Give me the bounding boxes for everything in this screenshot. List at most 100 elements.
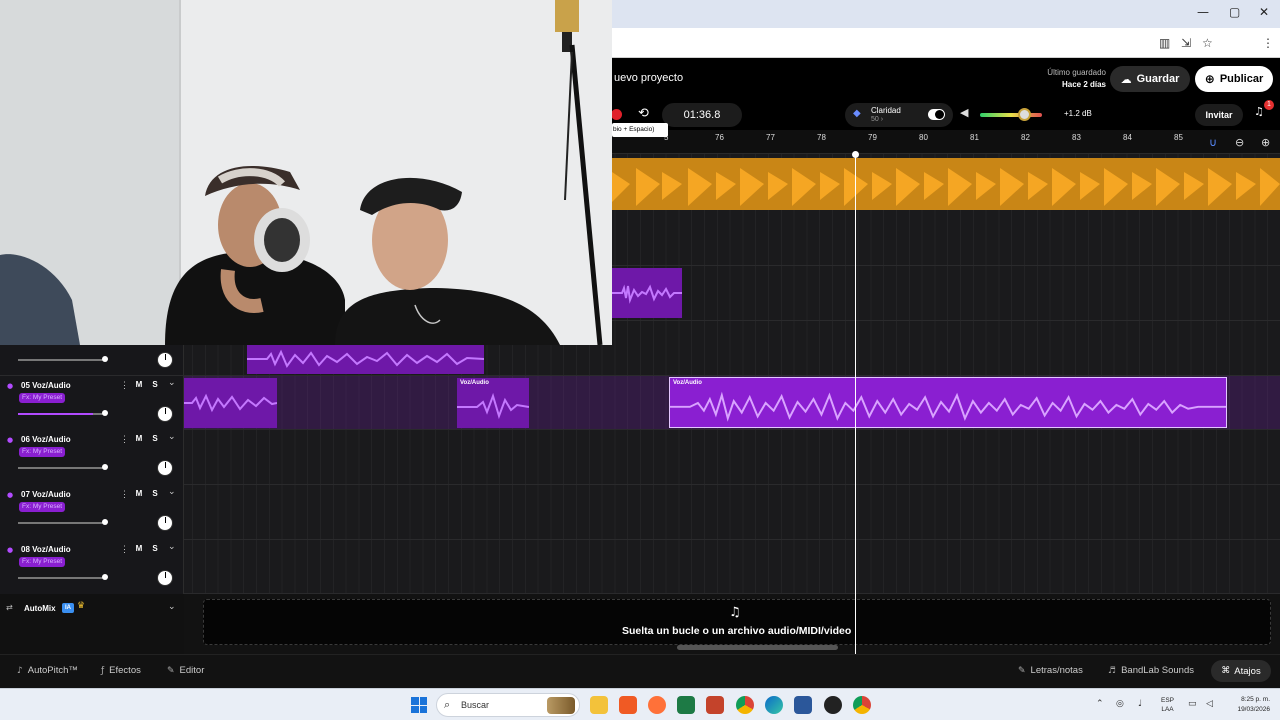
taskbar-clock[interactable]: 8:25 p. m. 19/03/2026 xyxy=(1224,695,1270,715)
clarity-toggle[interactable] xyxy=(928,109,945,120)
timeline-ruler[interactable]: 5 76 77 78 79 80 81 82 83 84 85 xyxy=(612,130,1280,154)
track-header-08[interactable]: ● 08 Voz/Audio Fx: My Preset ⋮ M S ⌄ xyxy=(0,540,184,594)
firefox-icon[interactable] xyxy=(648,696,666,714)
mute-button[interactable]: M xyxy=(132,433,146,445)
more-options-icon[interactable]: ⋮ xyxy=(120,380,129,391)
editor-button[interactable]: ✎ Editor xyxy=(167,665,204,676)
fx-preset-badge[interactable]: Fx: My Preset xyxy=(19,447,66,457)
master-volume-slider[interactable] xyxy=(980,113,1042,117)
chrome-icon[interactable] xyxy=(853,696,871,714)
volume-icon[interactable]: ◁ xyxy=(1206,699,1213,709)
fx-preset-badge[interactable]: Fx: My Preset xyxy=(19,502,66,512)
fx-preset-badge[interactable]: Fx: My Preset xyxy=(19,557,66,567)
mute-button[interactable]: M xyxy=(132,379,146,391)
autopitch-button[interactable]: ♪ AutoPitch™ xyxy=(17,665,78,676)
microphone-icon[interactable]: ♩ xyxy=(1138,699,1142,709)
zoom-out-icon[interactable]: ⊖ xyxy=(1235,136,1244,149)
save-button[interactable]: ☁ Guardar xyxy=(1110,66,1190,92)
browser-menu-icon[interactable]: ⋮ xyxy=(1262,36,1274,50)
track-header-05[interactable]: ● 05 Voz/Audio Fx: My Preset ⋮ M S ⌄ xyxy=(0,376,184,430)
word-icon[interactable] xyxy=(794,696,812,714)
pan-knob[interactable] xyxy=(157,460,173,476)
audio-region-purple[interactable]: Voz/Audio xyxy=(457,378,529,428)
playhead-handle[interactable] xyxy=(852,151,859,158)
volume-fader[interactable] xyxy=(18,413,106,415)
audio-region-orange[interactable] xyxy=(612,158,1280,210)
reading-mode-icon[interactable]: ▥ xyxy=(1159,36,1170,50)
monitor-icon[interactable]: ▭ xyxy=(1188,699,1197,709)
solo-button[interactable]: S xyxy=(148,379,162,391)
chevron-up-icon[interactable]: ⌃ xyxy=(1096,699,1104,709)
file-explorer-icon[interactable] xyxy=(590,696,608,714)
more-options-icon[interactable]: ⋮ xyxy=(120,544,129,555)
horizontal-scrollbar[interactable] xyxy=(677,645,838,650)
speaker-icon[interactable]: ◀ xyxy=(960,106,968,119)
install-app-icon[interactable]: ⇲ xyxy=(1181,36,1191,50)
loop-icon[interactable]: ⟲ xyxy=(638,106,649,121)
chevron-down-icon[interactable]: ⌄ xyxy=(168,542,176,552)
more-options-icon[interactable]: ⋮ xyxy=(120,434,129,445)
chevron-down-icon[interactable]: ⌄ xyxy=(168,378,176,388)
pan-knob[interactable] xyxy=(157,570,173,586)
snap-magnet-icon[interactable]: ∪ xyxy=(1209,136,1217,149)
solo-button[interactable]: S xyxy=(148,543,162,555)
track-name[interactable]: 08 Voz/Audio xyxy=(21,545,71,554)
track-header-06[interactable]: ● 06 Voz/Audio Fx: My Preset ⋮ M S ⌄ xyxy=(0,430,184,485)
windows-start-icon[interactable] xyxy=(411,697,427,713)
playhead[interactable] xyxy=(855,154,856,654)
volume-fader[interactable] xyxy=(18,467,106,469)
record-button[interactable] xyxy=(611,109,622,120)
shortcuts-button[interactable]: ⌘ Atajos xyxy=(1211,660,1271,682)
taskbar-search[interactable]: ⌕ Buscar xyxy=(436,693,580,717)
project-title[interactable]: uevo proyecto xyxy=(614,72,683,84)
track-name[interactable]: 05 Voz/Audio xyxy=(21,381,71,390)
minimize-button[interactable]: — xyxy=(1197,5,1209,19)
audio-region-purple[interactable] xyxy=(184,378,277,428)
volume-fader-knob[interactable] xyxy=(102,574,108,580)
chevron-down-icon[interactable]: ⌄ xyxy=(168,432,176,442)
track-name[interactable]: 07 Voz/Audio xyxy=(21,490,71,499)
bookmark-star-icon[interactable]: ☆ xyxy=(1202,36,1213,50)
maximize-button[interactable]: ▢ xyxy=(1229,5,1240,19)
powerpoint-icon[interactable] xyxy=(706,696,724,714)
app-icon[interactable] xyxy=(824,696,842,714)
audio-region-purple[interactable] xyxy=(612,268,682,318)
pan-knob[interactable] xyxy=(157,515,173,531)
chevron-down-icon[interactable]: ⌄ xyxy=(168,602,176,612)
volume-fader-knob[interactable] xyxy=(102,464,108,470)
track-header-07[interactable]: ● 07 Voz/Audio Fx: My Preset ⋮ M S ⌄ xyxy=(0,485,184,540)
brave-browser-icon[interactable] xyxy=(619,696,637,714)
language-indicator[interactable]: ESP LAA xyxy=(1161,696,1174,714)
effects-button[interactable]: ƒ Efectos xyxy=(101,665,141,676)
audio-region-purple[interactable] xyxy=(247,345,484,374)
pan-knob[interactable] xyxy=(157,406,173,422)
invite-button[interactable]: Invitar xyxy=(1195,104,1243,126)
zoom-in-icon[interactable]: ⊕ xyxy=(1261,136,1270,149)
solo-button[interactable]: S xyxy=(148,488,162,500)
more-options-icon[interactable]: ⋮ xyxy=(120,489,129,500)
master-volume-knob[interactable] xyxy=(1018,108,1031,121)
lyrics-button[interactable]: ✎ Letras/notas xyxy=(1018,665,1083,676)
pan-knob[interactable] xyxy=(157,352,173,368)
track-name[interactable]: 06 Voz/Audio xyxy=(21,435,71,444)
automix-row[interactable]: ⇄ AutoMix IA ♛ ⌄ xyxy=(0,594,184,624)
excel-icon[interactable] xyxy=(677,696,695,714)
clarity-control[interactable]: ◆ Claridad 50 › xyxy=(845,103,953,127)
volume-fader-knob[interactable] xyxy=(102,519,108,525)
solo-button[interactable]: S xyxy=(148,433,162,445)
bell-icon[interactable]: ♫ xyxy=(1254,105,1264,118)
audio-region-selected[interactable]: Voz/Audio xyxy=(669,377,1227,428)
volume-fader-knob[interactable] xyxy=(102,410,108,416)
volume-fader[interactable] xyxy=(18,359,106,361)
mute-button[interactable]: M xyxy=(132,543,146,555)
publish-button[interactable]: ⊕ Publicar xyxy=(1195,66,1273,92)
chevron-down-icon[interactable]: ⌄ xyxy=(168,487,176,497)
fx-preset-badge[interactable]: Fx: My Preset xyxy=(19,393,66,403)
edge-icon[interactable] xyxy=(765,696,783,714)
network-status-icon[interactable]: ◎ xyxy=(1116,699,1124,709)
bandlab-sounds-button[interactable]: ♬ BandLab Sounds xyxy=(1108,665,1194,676)
volume-fader[interactable] xyxy=(18,577,106,579)
chrome-icon[interactable] xyxy=(736,696,754,714)
volume-fader[interactable] xyxy=(18,522,106,524)
close-button[interactable]: ✕ xyxy=(1259,5,1269,19)
